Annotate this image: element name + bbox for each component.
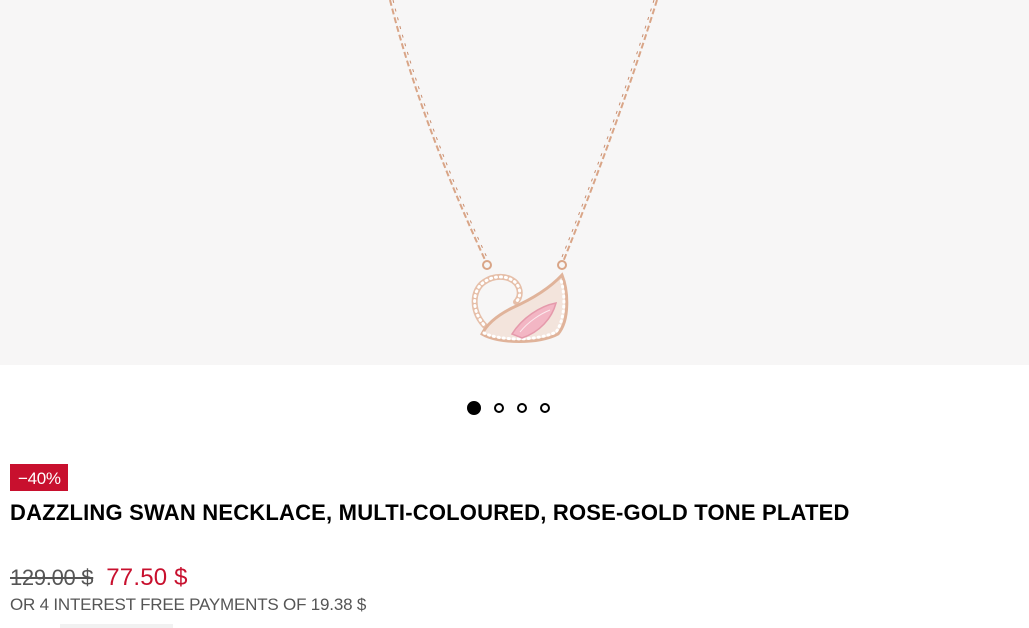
carousel-dot-1[interactable] — [467, 401, 481, 415]
partial-widget — [60, 624, 173, 628]
image-carousel-dots — [467, 401, 550, 418]
discount-badge: −40% — [10, 464, 68, 491]
carousel-dot-2[interactable] — [494, 403, 504, 413]
sale-price: 77.50 $ — [106, 564, 188, 591]
necklace-chain — [389, 0, 658, 270]
carousel-dot-4[interactable] — [540, 403, 550, 413]
product-page: −40% DAZZLING SWAN NECKLACE, MULTI-COLOU… — [0, 0, 1029, 628]
installment-info: OR 4 INTEREST FREE PAYMENTS OF 19.38 $ — [10, 595, 367, 614]
swan-necklace-image — [389, 0, 658, 343]
product-title: DAZZLING SWAN NECKLACE, MULTI-COLOURED, … — [10, 500, 850, 525]
original-price: 129.00 $ — [10, 565, 94, 590]
product-image[interactable] — [0, 0, 1029, 365]
price-row: 129.00 $ 77.50 $ — [10, 564, 188, 592]
carousel-dot-3[interactable] — [517, 403, 527, 413]
swan-pendant — [471, 272, 569, 343]
